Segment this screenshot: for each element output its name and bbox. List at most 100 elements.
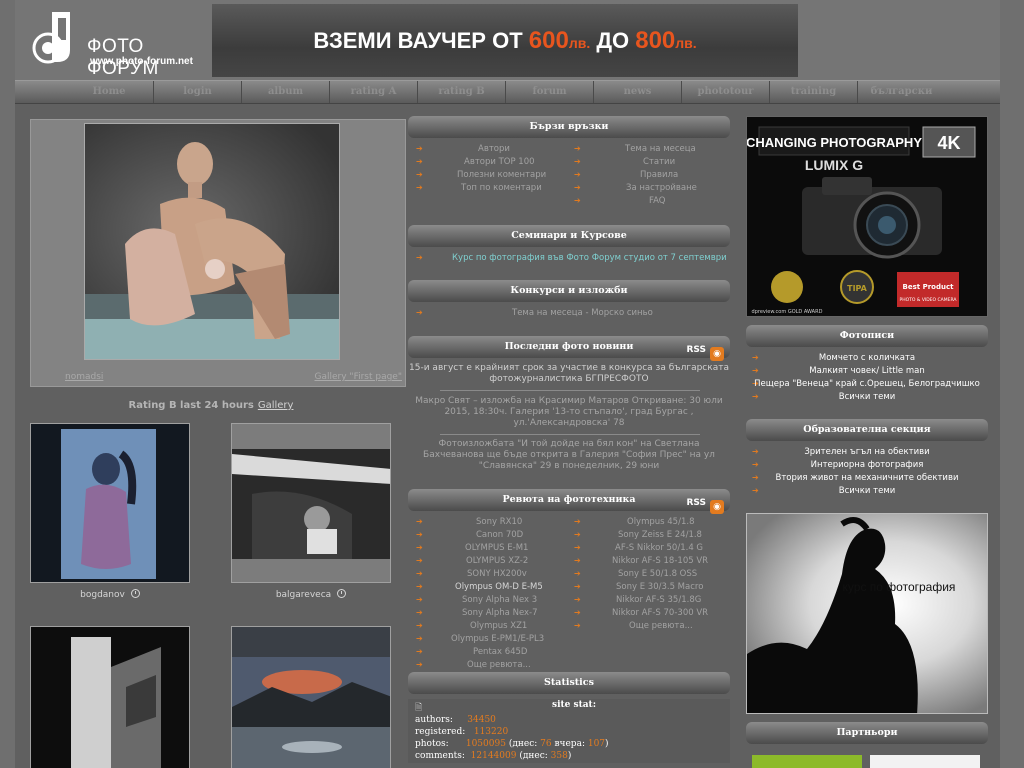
reviews-rss[interactable]: RSS ◉: [687, 492, 724, 514]
featured-photo[interactable]: [84, 123, 340, 360]
thumbnail-2-author[interactable]: balgareveca: [276, 590, 331, 600]
featured-gallery-link[interactable]: Gallery "First page": [315, 372, 402, 382]
header: ФОТО ФОРУМ www.photo-forum.net ВЗЕМИ ВАУ…: [15, 0, 1000, 80]
news-divider: [440, 390, 700, 391]
thumbnail-2[interactable]: [231, 423, 391, 583]
review-link[interactable]: Sony E 50/1.8 OSS: [618, 569, 697, 579]
news-item-3[interactable]: Фотоизложбата "И той дойде на бял кон" н…: [408, 439, 730, 472]
featured-author-link[interactable]: nomadsi: [65, 372, 103, 382]
bullet-arrow-icon: ➔: [574, 183, 581, 192]
menu-rating-a[interactable]: rating A: [329, 81, 417, 103]
education-link[interactable]: Интериорна фотография: [746, 460, 988, 470]
review-more-link[interactable]: Още ревюта...: [467, 660, 531, 670]
quick-link-faq[interactable]: FAQ: [649, 196, 665, 206]
bullet-arrow-icon: ➔: [574, 543, 581, 552]
lumix-advertisement[interactable]: CHANGING PHOTOGRAPHY LUMIX G 4K dpreview…: [746, 116, 988, 317]
featured-photo-panel: nomadsi Gallery "First page": [30, 119, 406, 387]
review-link[interactable]: Olympus E-PM1/E-PL3: [451, 634, 544, 644]
review-link[interactable]: Olympus XZ1: [470, 621, 527, 631]
review-link[interactable]: Nikkor AF-S 18-105 VR: [612, 556, 708, 566]
menu-training[interactable]: training: [769, 81, 857, 103]
photo-story-link[interactable]: Пещера "Венеца" край с.Орешец, Белоградч…: [746, 379, 988, 389]
quick-link-theme-of-month[interactable]: Тема на месеца: [625, 144, 696, 154]
site-logo[interactable]: ФОТО ФОРУМ www.photo-forum.net: [30, 10, 210, 79]
contest-link[interactable]: Тема на месеца - Морско синьо: [512, 308, 653, 318]
review-link[interactable]: OLYMPUS E-M1: [465, 543, 528, 553]
quick-link-settings[interactable]: За настройване: [626, 183, 697, 193]
review-link[interactable]: Sony Zeiss E 24/1.8: [618, 530, 702, 540]
rating-gallery-link[interactable]: Gallery: [258, 400, 294, 411]
review-link[interactable]: Pentax 645D: [473, 647, 527, 657]
review-link[interactable]: OLYMPUS XZ-2: [466, 556, 528, 566]
menu-rating-b[interactable]: rating B: [417, 81, 505, 103]
bullet-arrow-icon: ➔: [416, 582, 423, 591]
thumbnail-4[interactable]: [231, 626, 391, 768]
review-link[interactable]: Olympus 45/1.8: [627, 517, 694, 527]
review-link[interactable]: Canon 70D: [476, 530, 523, 540]
review-link[interactable]: Sony Alpha Nex-7: [462, 608, 538, 618]
featured-photo-image: [85, 142, 339, 359]
menu-album[interactable]: album: [241, 81, 329, 103]
thumbnail-3[interactable]: [30, 626, 190, 768]
education-link[interactable]: Втория живот на механичните обективи: [746, 473, 988, 483]
education-all-link[interactable]: Всички теми: [746, 486, 988, 496]
menu-forum[interactable]: forum: [505, 81, 593, 103]
bullet-arrow-icon: ➔: [574, 595, 581, 604]
quick-links-title: Бързи връзки: [529, 121, 609, 132]
banner-unit-from: лв.: [568, 35, 591, 51]
rating-heading: Rating B last 24 hours Gallery: [15, 400, 407, 411]
review-link[interactable]: Sony Alpha Nex 3: [462, 595, 537, 605]
quick-link-rules[interactable]: Правила: [640, 170, 678, 180]
banner-amount-from: 600: [528, 27, 569, 54]
menu-login[interactable]: login: [153, 81, 241, 103]
photo-news-rss[interactable]: RSS ◉: [687, 339, 724, 361]
photo-stories-all-link[interactable]: Всички теми: [746, 392, 988, 402]
photo-news-title: Последни фото новини: [504, 341, 634, 352]
bullet-arrow-icon: ➔: [416, 253, 423, 262]
partner-logo-2[interactable]: [870, 755, 980, 768]
thumbnail-1-author[interactable]: bogdanov: [80, 590, 125, 600]
review-link[interactable]: Sony E 30/3.5 Macro: [616, 582, 703, 592]
photography-course-advertisement[interactable]: курс по фотография: [746, 513, 988, 714]
review-link[interactable]: SONY HX200v: [467, 569, 527, 579]
quick-link-top-comments[interactable]: Топ по коментари: [461, 183, 542, 193]
review-link[interactable]: Olympus OM-D E-M5: [455, 582, 543, 592]
photo-story-link[interactable]: Момчето с количката: [746, 353, 988, 363]
stat-photos-label: photos:: [415, 739, 449, 749]
thumbnail-1[interactable]: [30, 423, 190, 583]
news-item-2[interactable]: Макро Свят – изложба на Красимир Матаров…: [408, 396, 730, 429]
stat-authors-value: 34450: [467, 715, 496, 725]
bullet-arrow-icon: ➔: [574, 170, 581, 179]
bullet-arrow-icon: ➔: [416, 660, 423, 669]
education-link[interactable]: Зрителен ъгъл на обективи: [746, 447, 988, 457]
quick-link-authors[interactable]: Автори: [478, 144, 510, 154]
review-link[interactable]: Nikkor AF-S 35/1.8G: [616, 595, 701, 605]
bullet-arrow-icon: ➔: [416, 621, 423, 630]
quick-link-authors-top100[interactable]: Автори TOP 100: [464, 157, 535, 167]
reviews-header: Ревюта на фототехника RSS ◉: [408, 489, 730, 514]
seminars-header: Семинари и Курсове: [408, 225, 730, 247]
rss-icon: ◉: [710, 347, 724, 361]
review-link[interactable]: Nikkor AF-S 70-300 VR: [612, 608, 708, 618]
bullet-arrow-icon: ➔: [416, 170, 423, 179]
quick-link-useful-comments[interactable]: Полезни коментари: [457, 170, 546, 180]
menu-news[interactable]: news: [593, 81, 681, 103]
clock-icon[interactable]: [337, 589, 347, 598]
menu-phototour[interactable]: phototour: [681, 81, 769, 103]
bullet-arrow-icon: ➔: [574, 556, 581, 565]
review-link[interactable]: AF-S Nikkor 50/1.4 G: [615, 543, 703, 553]
news-item-1[interactable]: 15-и август е крайният срок за участие в…: [408, 363, 730, 385]
lumix-award-3: Best Product: [903, 283, 955, 291]
menu-home[interactable]: Home: [65, 81, 153, 103]
voucher-banner[interactable]: ВЗЕМИ ВАУЧЕР ОТ 600лв. ДО 800лв.: [212, 4, 798, 77]
partner-logo-1[interactable]: [752, 755, 862, 768]
review-link[interactable]: Sony RX10: [476, 517, 522, 527]
menu-language[interactable]: български: [857, 81, 945, 103]
quick-link-articles[interactable]: Статии: [643, 157, 675, 167]
clock-icon[interactable]: [130, 589, 140, 598]
stat-registered-value: 113220: [473, 727, 509, 737]
seminar-link[interactable]: Курс по фотография във Фото Форум студио…: [452, 253, 727, 263]
photo-story-link[interactable]: Малкият човек/ Little man: [746, 366, 988, 376]
lumix-headline: CHANGING PHOTOGRAPHY: [747, 135, 922, 150]
review-more-link[interactable]: Още ревюта...: [629, 621, 693, 631]
